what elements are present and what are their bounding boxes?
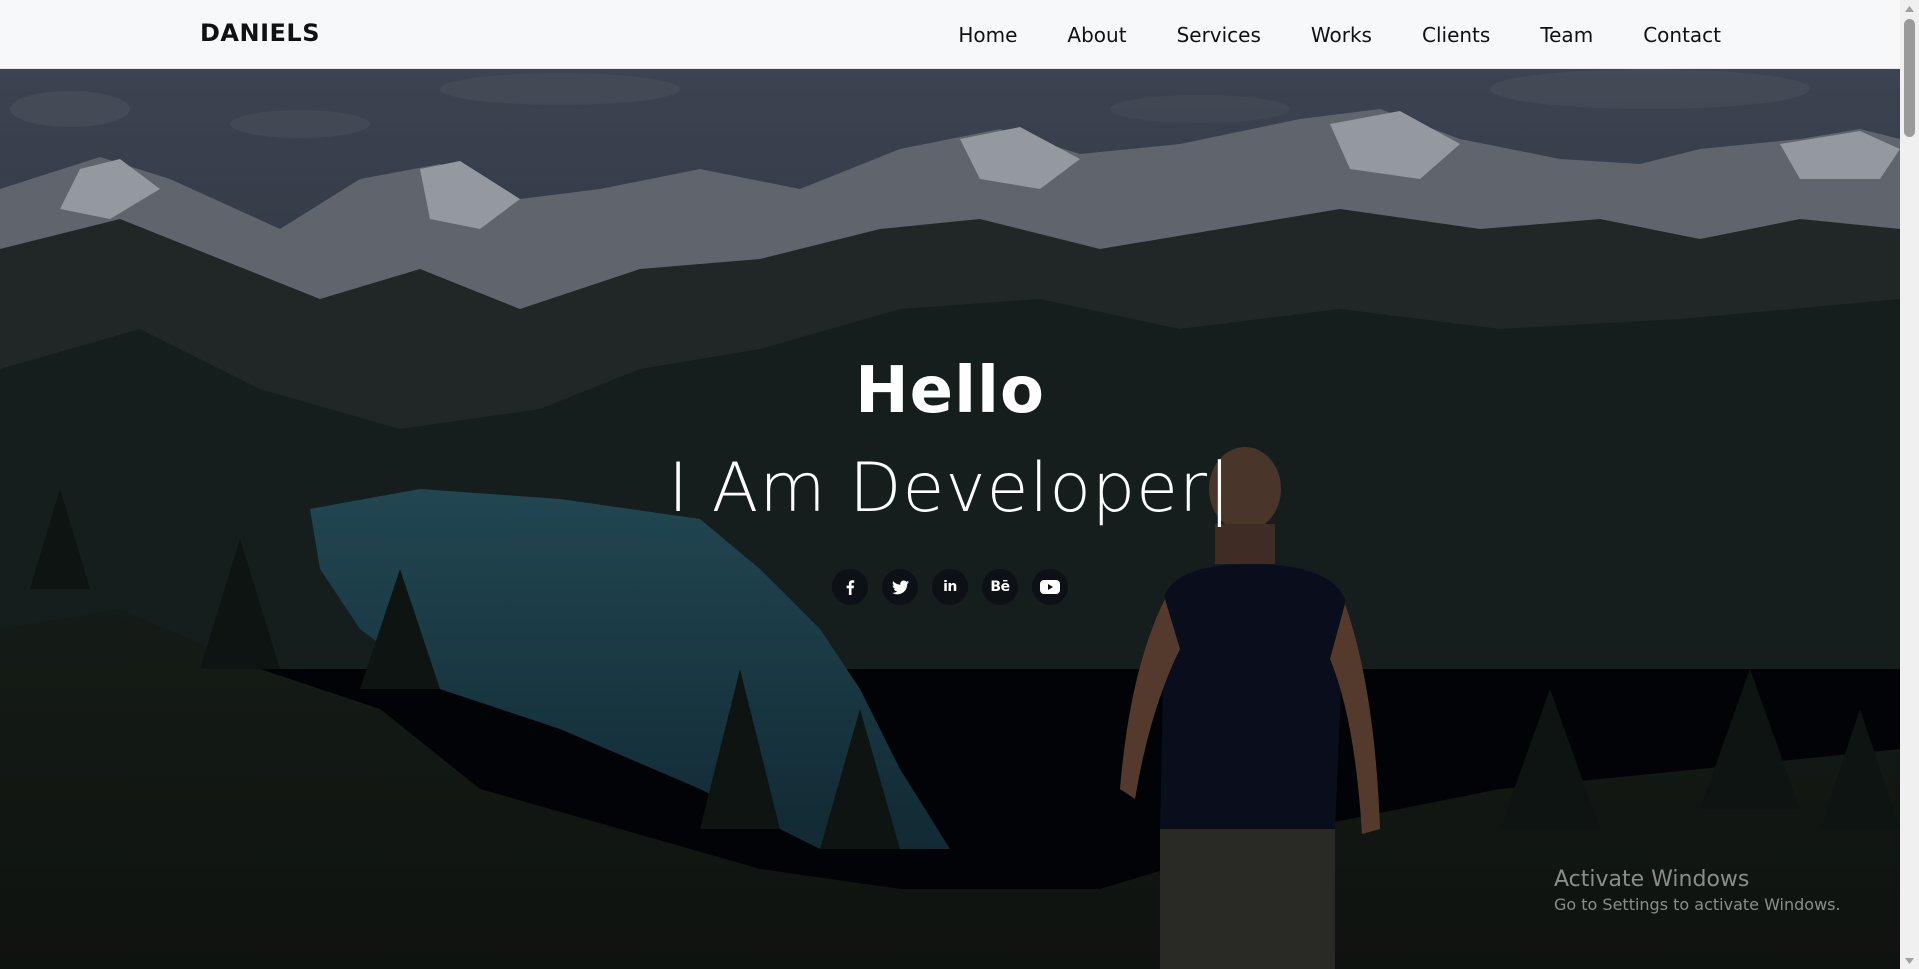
brand-logo[interactable]: DANIELS [200,19,320,47]
facebook-link[interactable] [832,569,868,605]
twitter-link[interactable] [882,569,918,605]
nav-menu: Home About Services Works Clients Team C… [958,0,1721,69]
watermark-subtitle: Go to Settings to activate Windows. [1554,895,1841,914]
scrollbar-thumb[interactable] [1904,19,1915,137]
social-links: in Bē [0,569,1900,605]
twitter-icon [891,579,909,594]
nav-link-about[interactable]: About [1067,23,1126,47]
youtube-icon [1040,580,1060,594]
typed-text: I Am Developer [668,449,1208,528]
hero-section: Hello I Am Developer| in Bē [0,69,1900,969]
behance-link[interactable]: Bē [982,569,1018,605]
nav-link-clients[interactable]: Clients [1422,23,1490,47]
watermark-title: Activate Windows [1554,867,1750,892]
youtube-link[interactable] [1032,569,1068,605]
typing-cursor: | [1207,449,1232,528]
page: DANIELS Home About Services Works Client… [0,0,1919,969]
hero-subtitle: I Am Developer| [0,449,1900,528]
behance-icon: Bē [990,579,1010,595]
scroll-down-arrow-icon[interactable] [1900,952,1919,969]
nav-link-team[interactable]: Team [1540,23,1593,47]
windows-activation-watermark: Activate Windows Go to Settings to activ… [1554,866,1841,916]
hero-title: Hello [855,354,1045,428]
nav-link-services[interactable]: Services [1177,23,1261,47]
linkedin-icon: in [943,579,957,595]
nav-link-works[interactable]: Works [1311,23,1372,47]
vertical-scrollbar[interactable] [1900,0,1919,969]
navbar: DANIELS Home About Services Works Client… [0,0,1900,69]
nav-link-contact[interactable]: Contact [1643,23,1721,47]
facebook-icon [846,580,855,595]
nav-link-home[interactable]: Home [958,23,1017,47]
linkedin-link[interactable]: in [932,569,968,605]
scroll-up-arrow-icon[interactable] [1900,0,1919,17]
